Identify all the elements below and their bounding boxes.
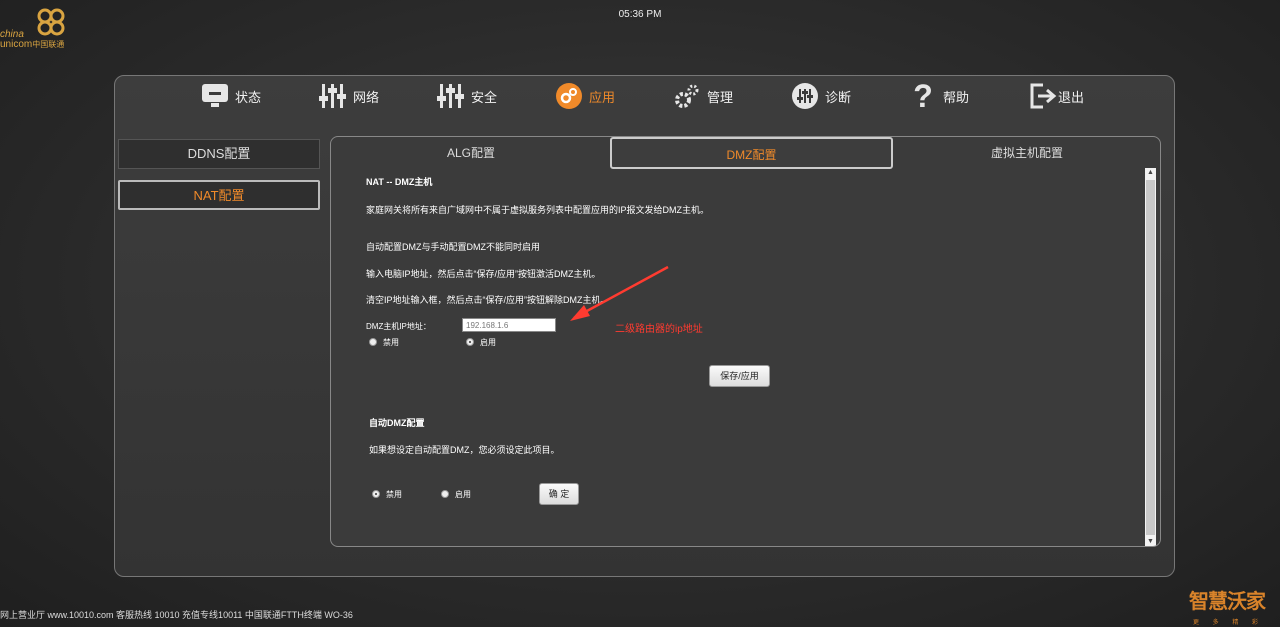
nav-label: 安全	[471, 89, 498, 105]
nav-label: 退出	[1058, 89, 1085, 105]
nav-label: 帮助	[943, 89, 970, 105]
scrollbar-thumb[interactable]	[1146, 180, 1155, 535]
nav-label: 诊断	[825, 89, 852, 105]
nav-label: 管理	[707, 89, 734, 105]
nav-item-logout[interactable]: 退出	[1028, 80, 1084, 112]
nav-label: 状态	[235, 89, 262, 105]
annotation-arrow	[570, 265, 669, 321]
radio-auto-enable-label: 启用	[455, 490, 471, 499]
monitor-icon	[200, 81, 230, 111]
auto-dmz-description: 如果想设定自动配置DMZ，您必须设定此项目。	[369, 445, 560, 455]
nav-label: 应用	[589, 89, 616, 105]
sliders-icon	[436, 81, 466, 111]
scroll-down-icon[interactable]: ▼	[1147, 538, 1154, 545]
auto-dmz-disable-option[interactable]: 禁用	[372, 489, 402, 500]
clock: 05:36 PM	[618, 9, 662, 20]
logo-line2: unicom	[0, 39, 33, 50]
nav-item-management[interactable]: 管理	[672, 80, 733, 112]
dmz-description: 家庭网关将所有来自广域网中不属于虚拟服务列表中配置应用的IP报文发给DMZ主机。	[366, 205, 709, 215]
nav-label: 网络	[353, 89, 380, 105]
tab-dmz[interactable]: DMZ配置	[610, 137, 893, 169]
dmz-enable-option[interactable]: 启用	[466, 337, 496, 348]
tab-alg[interactable]: ALG配置	[331, 137, 611, 169]
auto-dmz-heading: 自动DMZ配置	[369, 418, 425, 428]
gear-circle-icon	[554, 81, 584, 111]
dmz-ip-input[interactable]	[462, 318, 556, 332]
radio-auto-enable[interactable]	[441, 490, 449, 498]
radio-auto-disable[interactable]	[372, 490, 380, 498]
gears-icon	[672, 81, 702, 111]
sidebar-item-ddns[interactable]: DDNS配置	[118, 139, 320, 169]
nav-item-application[interactable]: 应用	[554, 80, 615, 112]
save-apply-button[interactable]: 保存/应用	[709, 365, 770, 387]
logo-cn: 中国联通	[32, 40, 65, 49]
annotation-text: 二级路由器的ip地址	[615, 324, 703, 335]
scrollbar[interactable]: ▲ ▼	[1145, 168, 1156, 546]
radio-auto-disable-label: 禁用	[386, 490, 402, 499]
dmz-note-1: 自动配置DMZ与手动配置DMZ不能同时启用	[366, 242, 540, 252]
nav-item-diagnose[interactable]: 诊断	[790, 80, 851, 112]
brand-subtitle: 更 多 精 彩 家	[1193, 620, 1265, 626]
nav-item-network[interactable]: 网络	[318, 80, 379, 112]
dmz-disable-option[interactable]: 禁用	[369, 337, 399, 348]
radio-disable[interactable]	[369, 338, 377, 346]
auto-dmz-enable-option[interactable]: 启用	[441, 489, 471, 500]
sliders-icon	[318, 81, 348, 111]
content-panel: ALG配置 DMZ配置 虚拟主机配置 ▲ ▼	[330, 136, 1161, 547]
nav-item-help[interactable]: ? 帮助	[908, 77, 970, 114]
radio-enable-label: 启用	[480, 338, 496, 347]
question-icon: ?	[913, 77, 933, 114]
scroll-up-icon[interactable]: ▲	[1147, 169, 1154, 176]
diagnose-icon	[790, 81, 820, 111]
radio-enable[interactable]	[466, 338, 474, 346]
nav-item-status[interactable]: 状态	[200, 80, 261, 112]
logo-text: china unicom中国联通	[0, 30, 64, 50]
dmz-ip-label: DMZ主机IP地址：	[366, 322, 431, 331]
nav-item-security[interactable]: 安全	[436, 80, 497, 112]
sidebar-item-nat[interactable]: NAT配置	[118, 180, 320, 210]
brand-logo: 智慧沃家	[1189, 591, 1266, 613]
footer-text: 网上营业厅 www.10010.com 客服热线 10010 充值专线10011…	[0, 610, 353, 620]
exit-icon	[1028, 81, 1058, 111]
ok-button[interactable]: 确 定	[539, 483, 579, 505]
radio-disable-label: 禁用	[383, 338, 399, 347]
dmz-heading: NAT -- DMZ主机	[366, 177, 433, 187]
tab-virtual-host[interactable]: 虚拟主机配置	[893, 137, 1160, 169]
